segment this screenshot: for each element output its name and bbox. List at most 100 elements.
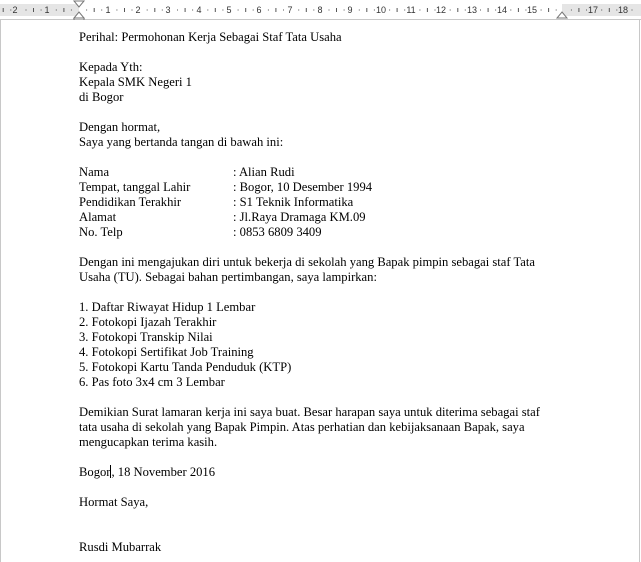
detail-value: : Jl.Raya Dramaga KM.09: [233, 210, 366, 224]
recipient-line[interactable]: di Bogor: [79, 90, 569, 105]
ruler-tick: [305, 8, 307, 12]
detail-label: Nama: [79, 165, 110, 179]
attachment-item[interactable]: 4. Fotokopi Sertifikat Job Training: [79, 345, 569, 360]
ruler-dot: [101, 9, 103, 11]
ruler-number: 14: [496, 5, 508, 15]
closing-paragraph-line[interactable]: tata usaha di sekolah yang Bapak Pimpin.…: [79, 420, 569, 435]
ruler-number: 10: [375, 5, 387, 15]
ruler-dot: [540, 9, 542, 11]
ruler-dot: [177, 9, 178, 11]
detail-row[interactable]: Alamat : Jl.Raya Dramaga KM.09: [79, 210, 569, 225]
detail-row[interactable]: Pendidikan Terakhir : S1 Teknik Informat…: [79, 195, 569, 210]
ruler-dot: [298, 9, 300, 11]
ruler-dot: [389, 9, 391, 11]
ruler-dot: [586, 9, 587, 11]
ruler-tick: [275, 8, 277, 12]
ruler-tick: [578, 8, 580, 12]
ruler-tick: [396, 8, 398, 12]
subject-line[interactable]: Perihal: Permohonan Kerja Sebagai Staf T…: [79, 30, 569, 45]
ruler-dot: [207, 9, 209, 11]
page-left-edge: [0, 20, 1, 562]
ruler-dot: [161, 9, 163, 11]
ruler-number: 3: [165, 5, 171, 15]
signer-name[interactable]: Rusdi Mubarrak: [79, 540, 569, 555]
page-right-edge: [639, 20, 640, 562]
ruler-tick: [548, 8, 550, 12]
right-indent-marker[interactable]: [555, 11, 569, 19]
ruler-dot: [419, 9, 421, 11]
ruler-dot: [570, 9, 572, 11]
detail-row[interactable]: Nama : Alian Rudi: [79, 165, 569, 180]
ruler-number: 8: [317, 5, 323, 15]
ruler-tick: [336, 8, 337, 12]
document-body[interactable]: Perihal: Permohonan Kerja Sebagai Staf T…: [79, 30, 569, 555]
ruler-number: 5: [226, 5, 232, 15]
detail-label: Alamat: [79, 210, 117, 224]
ruler-tick: [63, 8, 65, 12]
ruler-number: 9: [347, 5, 353, 15]
ruler-dot: [495, 9, 497, 11]
place-text: Bogor: [79, 465, 111, 479]
recipient-line[interactable]: Kepada Yth:: [79, 60, 569, 75]
closing-paragraph-line[interactable]: Demikian Surat lamaran kerja ini saya bu…: [79, 405, 569, 420]
ruler-tick: [487, 8, 489, 12]
ruler-dot: [464, 9, 466, 11]
ruler-tick: [33, 8, 34, 12]
horizontal-ruler[interactable]: 2 1 1 2 3 4 5 6 7 8 9 10 11 12 13 14 15 …: [0, 0, 641, 20]
detail-label: Tempat, tanggal Lahir: [79, 180, 191, 194]
ruler-number: 18: [617, 5, 629, 15]
ruler-dot: [328, 9, 330, 11]
ruler-dot: [283, 9, 284, 11]
left-indent-marker[interactable]: [73, 17, 85, 20]
attachment-item[interactable]: 2. Fotokopi Ijazah Terakhir: [79, 315, 569, 330]
ruler-dot: [631, 9, 633, 11]
date-line[interactable]: Bogor, 18 November 2016: [79, 465, 569, 480]
ruler-tick: [457, 8, 459, 12]
ruler-dot: [601, 9, 603, 11]
attachment-item[interactable]: 6. Pas foto 3x4 cm 3 Lembar: [79, 375, 569, 390]
hanging-indent-marker[interactable]: [72, 11, 86, 19]
ruler-dot: [404, 9, 406, 11]
ruler-number: 1: [44, 5, 50, 15]
ruler-tick: [124, 8, 125, 12]
greeting-line[interactable]: Dengan hormat,: [79, 120, 569, 135]
closing-paragraph-line[interactable]: mengucapkan terima kasih.: [79, 435, 569, 450]
ruler-dot: [70, 9, 72, 11]
ruler-dot: [449, 9, 451, 11]
ruler-tick: [366, 8, 368, 12]
ruler-tick: [154, 8, 156, 12]
ruler-tick: [214, 8, 216, 12]
attachment-item[interactable]: 5. Fotokopi Kartu Tanda Penduduk (KTP): [79, 360, 569, 375]
ruler-number: 1: [105, 5, 111, 15]
ruler-dot: [131, 9, 133, 11]
ruler-dot: [192, 9, 194, 11]
ruler-tick: [93, 8, 95, 12]
ruler-number: 17: [587, 5, 599, 15]
application-paragraph-line[interactable]: Usaha (TU). Sebagai bahan pertimbangan, …: [79, 270, 569, 285]
ruler-tick: [245, 8, 247, 12]
intro-line[interactable]: Saya yang bertanda tangan di bawah ini:: [79, 135, 569, 150]
detail-row[interactable]: Tempat, tanggal Lahir : Bogor, 10 Desemb…: [79, 180, 569, 195]
attachment-item[interactable]: 1. Daftar Riwayat Hidup 1 Lembar: [79, 300, 569, 315]
recipient-line[interactable]: Kepala SMK Negeri 1: [79, 75, 569, 90]
detail-value: : Bogor, 10 Desember 1994: [233, 180, 373, 194]
ruler-number: 7: [287, 5, 293, 15]
ruler-dot: [358, 9, 360, 11]
ruler-number: 11: [406, 5, 416, 15]
ruler-dot: [313, 9, 315, 11]
ruler-dot: [146, 9, 148, 11]
ruler-tick: [517, 8, 519, 12]
application-paragraph-line[interactable]: Dengan ini mengajukan diri untuk bekerja…: [79, 255, 569, 270]
ruler-dot: [267, 9, 269, 11]
detail-value: : S1 Teknik Informatika: [233, 195, 354, 209]
ruler-dot: [480, 9, 481, 11]
ruler-dot: [116, 9, 118, 11]
attachment-item[interactable]: 3. Fotokopi Transkip Nilai: [79, 330, 569, 345]
first-line-indent-marker[interactable]: [72, 0, 86, 8]
detail-value: : Alian Rudi: [233, 165, 295, 179]
ruler-dot: [10, 9, 12, 11]
detail-row[interactable]: No. Telp : 0853 6809 3409: [79, 225, 569, 240]
regards-line[interactable]: Hormat Saya,: [79, 495, 569, 510]
ruler-dot: [343, 9, 345, 11]
ruler-number: 15: [526, 5, 538, 15]
